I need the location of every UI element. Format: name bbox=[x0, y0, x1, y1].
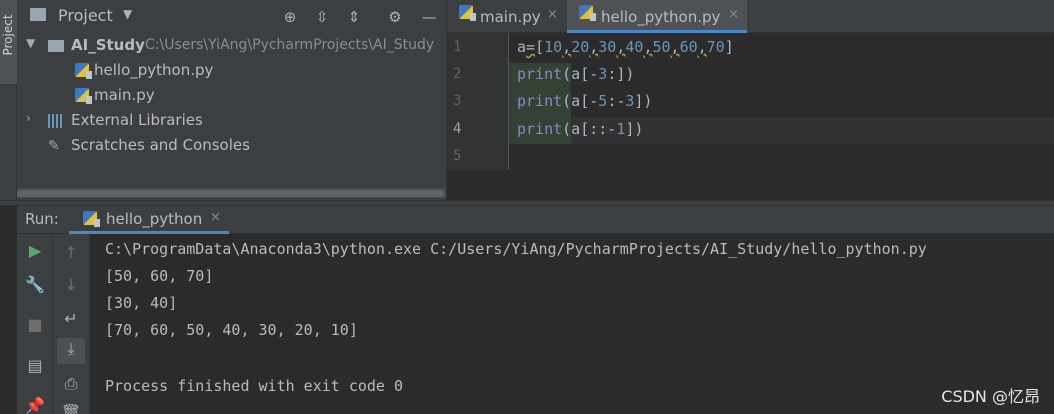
project-tool-tab[interactable]: Project bbox=[0, 0, 17, 84]
scratches-icon: ✎ bbox=[48, 138, 60, 154]
run-tab-label: hello_python bbox=[106, 210, 203, 228]
hide-icon[interactable]: — bbox=[420, 8, 438, 26]
tab-main-py[interactable]: main.py × bbox=[447, 0, 565, 33]
run-toolbar-secondary: ↑ ↓ ↵ ⤓ ⎙ 🗑 bbox=[53, 234, 90, 414]
tab-label: main.py bbox=[480, 8, 541, 26]
collapse-all-icon[interactable]: ⇕ bbox=[345, 8, 363, 26]
console-line: [70, 60, 50, 40, 30, 20, 10] bbox=[105, 321, 358, 339]
code-line-3: print(a[-5:-3]) bbox=[517, 92, 653, 110]
library-icon bbox=[48, 114, 63, 128]
line-number: 5 bbox=[453, 148, 462, 164]
locate-icon[interactable]: ⊕ bbox=[281, 8, 299, 26]
project-panel-header: Project ▼ ⊕ ⇳ ⇕ ⚙ — bbox=[17, 0, 446, 33]
project-tool-tab-label: Project bbox=[1, 14, 15, 56]
close-icon[interactable]: × bbox=[547, 7, 558, 22]
python-file-icon bbox=[75, 88, 92, 104]
code-line-2: print(a[-3:]) bbox=[517, 65, 635, 83]
run-panel-header: Run: hello_python × bbox=[17, 206, 1054, 234]
stop-icon[interactable]: ■ bbox=[24, 314, 46, 336]
editor-empty-area bbox=[447, 170, 1054, 200]
code-line-1: a=[10,20,30,40,50,60,70] bbox=[517, 38, 734, 56]
tree-item-path: C:\Users\YiAng\PycharmProjects\AI_Study bbox=[145, 37, 435, 53]
line-number: 4 bbox=[453, 121, 462, 137]
soft-wrap-icon[interactable]: ↵ bbox=[60, 308, 82, 330]
project-panel: Project ▼ ⊕ ⇳ ⇕ ⚙ — ▼ AI_Study C:\Users\… bbox=[17, 0, 446, 200]
python-file-icon bbox=[579, 5, 596, 21]
expand-all-icon[interactable]: ⇳ bbox=[313, 8, 331, 26]
python-file-icon bbox=[75, 63, 92, 79]
tab-hello-python-py[interactable]: hello_python.py × bbox=[567, 0, 747, 33]
tree-item-label: AI_Study bbox=[71, 36, 145, 54]
trash-icon[interactable]: 🗑 bbox=[60, 402, 82, 414]
close-icon[interactable]: × bbox=[728, 7, 739, 22]
line-number: 3 bbox=[453, 93, 462, 109]
tab-run-hello-python[interactable]: hello_python × bbox=[69, 206, 229, 234]
scroll-to-end-icon[interactable]: ⤓ bbox=[57, 338, 85, 364]
tree-item-hello-python[interactable]: hello_python.py bbox=[17, 58, 446, 83]
console-line: [30, 40] bbox=[105, 294, 178, 312]
project-folder-icon bbox=[30, 8, 46, 21]
tool-window-strip: Project bbox=[0, 0, 17, 206]
tree-item-external-libraries[interactable]: › External Libraries bbox=[17, 108, 446, 133]
line-number-gutter: 1 2 3 4 5 bbox=[447, 33, 509, 170]
layout-icon[interactable]: ▤ bbox=[24, 355, 46, 377]
python-file-icon bbox=[83, 211, 100, 227]
tree-item-scratches[interactable]: ✎ Scratches and Consoles bbox=[17, 133, 446, 158]
folder-icon bbox=[48, 40, 64, 52]
code-line-4: print(a[::-1]) bbox=[517, 120, 644, 138]
wrench-icon[interactable]: 🔧 bbox=[24, 274, 46, 296]
line-number: 1 bbox=[453, 39, 462, 55]
chevron-down-icon[interactable]: ▼ bbox=[26, 36, 35, 50]
arrow-up-icon[interactable]: ↑ bbox=[60, 242, 82, 264]
editor-tab-bar: main.py × hello_python.py × bbox=[447, 0, 1054, 33]
watermark: CSDN @忆昂 bbox=[941, 387, 1040, 406]
pin-icon[interactable]: 📌 bbox=[24, 395, 46, 414]
tree-item-label: main.py bbox=[94, 86, 155, 104]
tree-item-main[interactable]: main.py bbox=[17, 83, 446, 108]
gear-icon[interactable]: ⚙ bbox=[386, 8, 404, 26]
line-number: 2 bbox=[453, 66, 462, 82]
python-file-icon bbox=[459, 5, 476, 21]
console-line: Process finished with exit code 0 bbox=[105, 377, 404, 395]
tree-item-label: hello_python.py bbox=[94, 61, 214, 79]
run-label: Run: bbox=[25, 210, 59, 228]
print-icon[interactable]: ⎙ bbox=[60, 373, 82, 395]
project-view-title[interactable]: Project bbox=[58, 6, 113, 25]
tree-item-label: External Libraries bbox=[71, 111, 203, 129]
tree-item-label: Scratches and Consoles bbox=[71, 136, 250, 154]
tree-item-ai-study[interactable]: ▼ AI_Study C:\Users\YiAng\PycharmProject… bbox=[17, 33, 446, 58]
console-line: [50, 60, 70] bbox=[105, 267, 214, 285]
console-output[interactable]: C:\ProgramData\Anaconda3\python.exe C:/U… bbox=[90, 234, 1054, 414]
console-line: C:\ProgramData\Anaconda3\python.exe C:/U… bbox=[105, 240, 927, 258]
rerun-icon[interactable]: ▶ bbox=[24, 240, 46, 262]
chevron-right-icon[interactable]: › bbox=[26, 111, 31, 125]
run-toolbar-primary: ▶ 🔧 ■ ▤ 📌 bbox=[17, 234, 53, 414]
code-editor[interactable]: a=[10,20,30,40,50,60,70] print(a[-3:]) p… bbox=[509, 33, 1054, 170]
chevron-down-icon[interactable]: ▼ bbox=[123, 7, 132, 21]
tab-label: hello_python.py bbox=[601, 8, 721, 26]
arrow-down-icon[interactable]: ↓ bbox=[60, 274, 82, 296]
scrollbar-thumb[interactable] bbox=[17, 190, 444, 197]
close-icon[interactable]: × bbox=[210, 210, 221, 225]
